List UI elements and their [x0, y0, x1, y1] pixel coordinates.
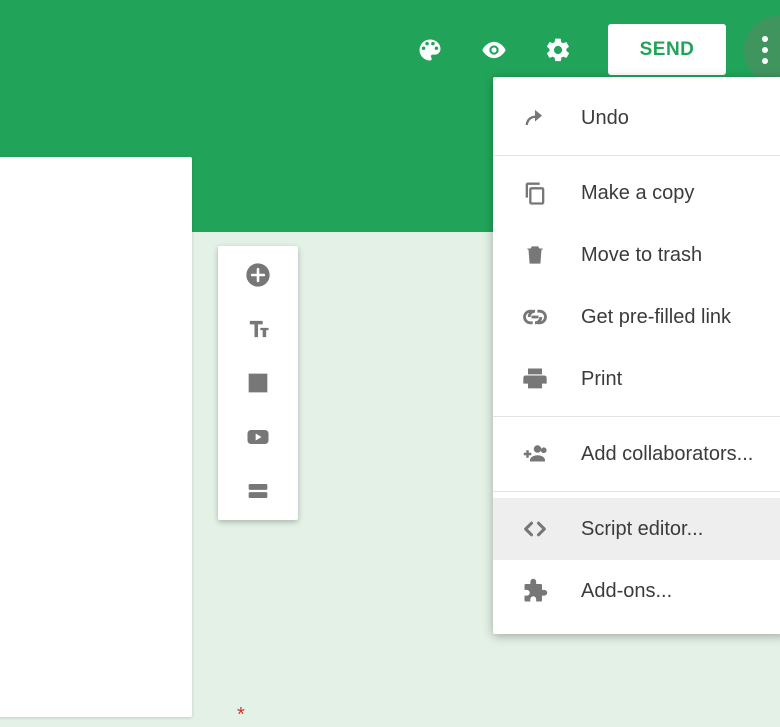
link-icon	[519, 301, 551, 333]
menu-item-label: Add collaborators...	[581, 443, 753, 466]
menu-item-make-copy[interactable]: Make a copy	[493, 162, 780, 224]
menu-item-add-collaborators[interactable]: Add collaborators...	[493, 423, 780, 485]
section-icon	[244, 477, 272, 505]
undo-icon	[519, 102, 551, 134]
plus-circle-icon	[244, 261, 272, 289]
menu-item-label: Make a copy	[581, 182, 694, 205]
question-toolbox	[218, 246, 298, 520]
video-icon	[244, 423, 272, 451]
add-question-button[interactable]	[243, 260, 273, 290]
menu-item-label: Undo	[581, 107, 629, 130]
menu-item-script-editor[interactable]: Script editor...	[493, 498, 780, 560]
puzzle-icon	[519, 575, 551, 607]
more-dot-icon	[762, 47, 768, 53]
send-button[interactable]: SEND	[608, 24, 726, 75]
menu-item-undo[interactable]: Undo	[493, 87, 780, 149]
palette-icon[interactable]	[416, 36, 444, 64]
menu-item-label: Get pre-filled link	[581, 306, 731, 329]
menu-separator	[493, 416, 780, 417]
more-dropdown-menu: Undo Make a copy Move to trash Get pre-f…	[493, 77, 780, 634]
menu-item-move-to-trash[interactable]: Move to trash	[493, 224, 780, 286]
more-dot-icon	[762, 58, 768, 64]
add-image-button[interactable]	[243, 368, 273, 398]
text-icon	[244, 315, 272, 343]
menu-item-label: Script editor...	[581, 518, 703, 541]
add-video-button[interactable]	[243, 422, 273, 452]
menu-item-print[interactable]: Print	[493, 348, 780, 410]
add-title-button[interactable]	[243, 314, 273, 344]
more-menu-button[interactable]	[744, 16, 780, 84]
more-dot-icon	[762, 36, 768, 42]
copy-icon	[519, 177, 551, 209]
menu-item-label: Print	[581, 368, 622, 391]
menu-item-label: Move to trash	[581, 244, 702, 267]
menu-separator	[493, 491, 780, 492]
settings-gear-icon[interactable]	[544, 36, 572, 64]
form-card: *	[0, 157, 192, 717]
menu-separator	[493, 155, 780, 156]
preview-eye-icon[interactable]	[480, 36, 508, 64]
menu-item-label: Add-ons...	[581, 580, 672, 603]
people-add-icon	[519, 438, 551, 470]
trash-icon	[519, 239, 551, 271]
top-toolbar: SEND	[0, 18, 780, 81]
menu-item-prefilled-link[interactable]: Get pre-filled link	[493, 286, 780, 348]
code-icon	[519, 513, 551, 545]
menu-item-addons[interactable]: Add-ons...	[493, 560, 780, 622]
image-icon	[244, 369, 272, 397]
print-icon	[519, 363, 551, 395]
add-section-button[interactable]	[243, 476, 273, 506]
